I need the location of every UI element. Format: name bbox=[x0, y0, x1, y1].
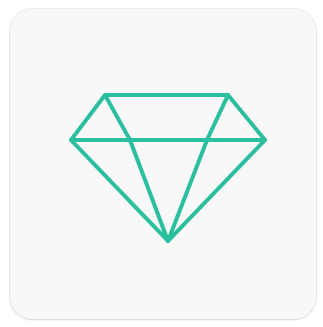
app-icon-tile[interactable] bbox=[10, 9, 316, 319]
diamond-icon bbox=[10, 9, 316, 319]
